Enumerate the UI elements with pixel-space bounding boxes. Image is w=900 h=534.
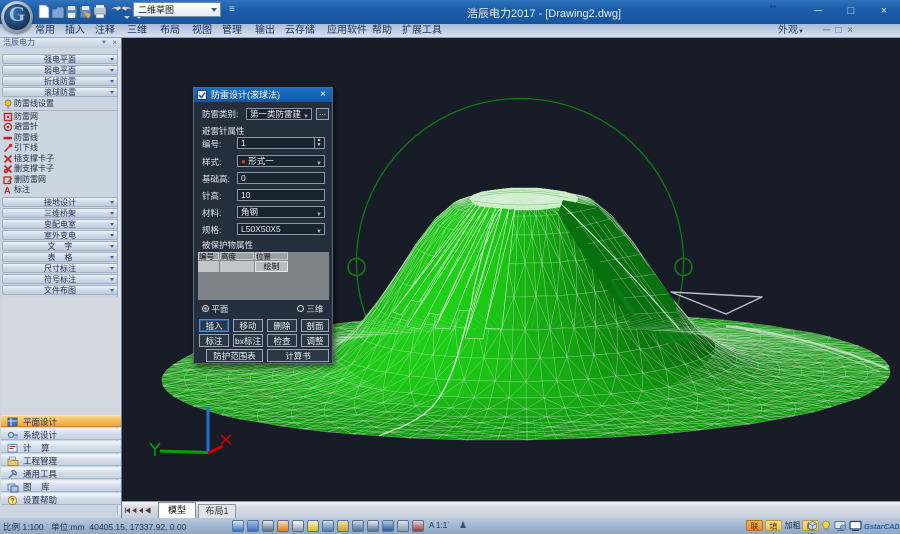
svg-text:?: ? (11, 498, 15, 505)
svg-text:A: A (4, 186, 11, 196)
